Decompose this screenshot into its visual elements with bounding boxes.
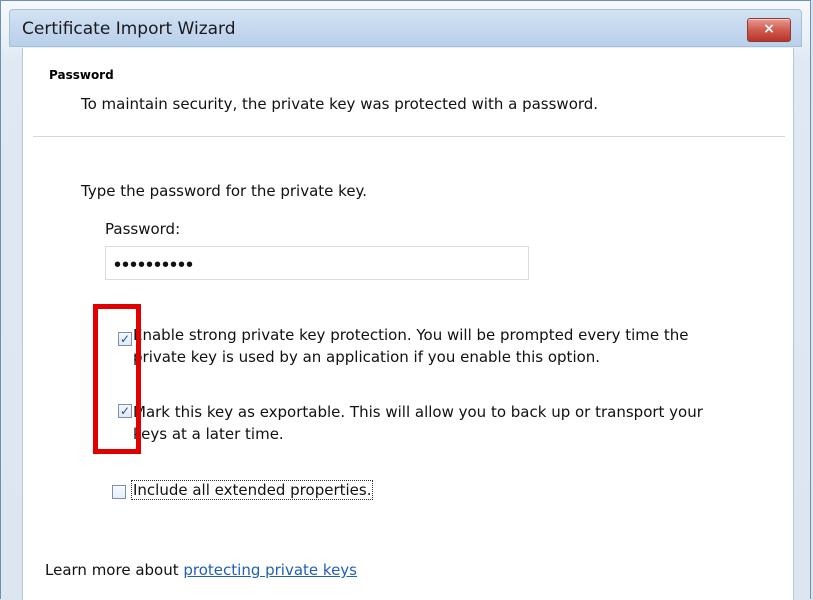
strong-protection-checkbox[interactable]: ✓ — [118, 332, 132, 346]
checkmark-icon: ✓ — [119, 332, 131, 346]
wizard-content-panel: Password To maintain security, the priva… — [22, 48, 794, 600]
header-divider — [33, 136, 785, 137]
password-field[interactable] — [105, 246, 529, 280]
section-description: To maintain security, the private key wa… — [81, 95, 599, 113]
learn-more-prefix: Learn more about — [45, 561, 184, 579]
password-label: Password: — [105, 220, 181, 238]
certificate-import-wizard-window: Certificate Import Wizard × Password To … — [0, 0, 811, 600]
strong-protection-text[interactable]: Enable strong private key protection. Yo… — [133, 324, 689, 368]
strong-protection-line-1: Enable strong private key protection. Yo… — [133, 326, 689, 344]
extended-properties-text: Include all extended properties. — [131, 480, 374, 500]
protecting-private-keys-link[interactable]: protecting private keys — [183, 561, 357, 579]
exportable-line-2: keys at a later time. — [133, 425, 284, 443]
password-instruction: Type the password for the private key. — [81, 182, 368, 200]
checkmark-icon: ✓ — [119, 404, 131, 418]
exportable-line-1: Mark this key as exportable. This will a… — [133, 403, 703, 421]
exportable-text[interactable]: Mark this key as exportable. This will a… — [133, 401, 703, 445]
title-bar: Certificate Import Wizard × — [9, 9, 802, 47]
learn-more-text: Learn more about protecting private keys — [45, 561, 357, 579]
exportable-checkbox[interactable]: ✓ — [118, 404, 132, 418]
section-title: Password — [49, 68, 114, 82]
window-title: Certificate Import Wizard — [22, 19, 236, 39]
strong-protection-line-2: private key is used by an application if… — [133, 348, 601, 366]
close-button[interactable]: × — [747, 18, 791, 42]
extended-properties-label[interactable]: Include all extended properties. — [131, 479, 374, 501]
close-icon: × — [763, 21, 775, 37]
extended-properties-checkbox[interactable] — [112, 485, 126, 499]
